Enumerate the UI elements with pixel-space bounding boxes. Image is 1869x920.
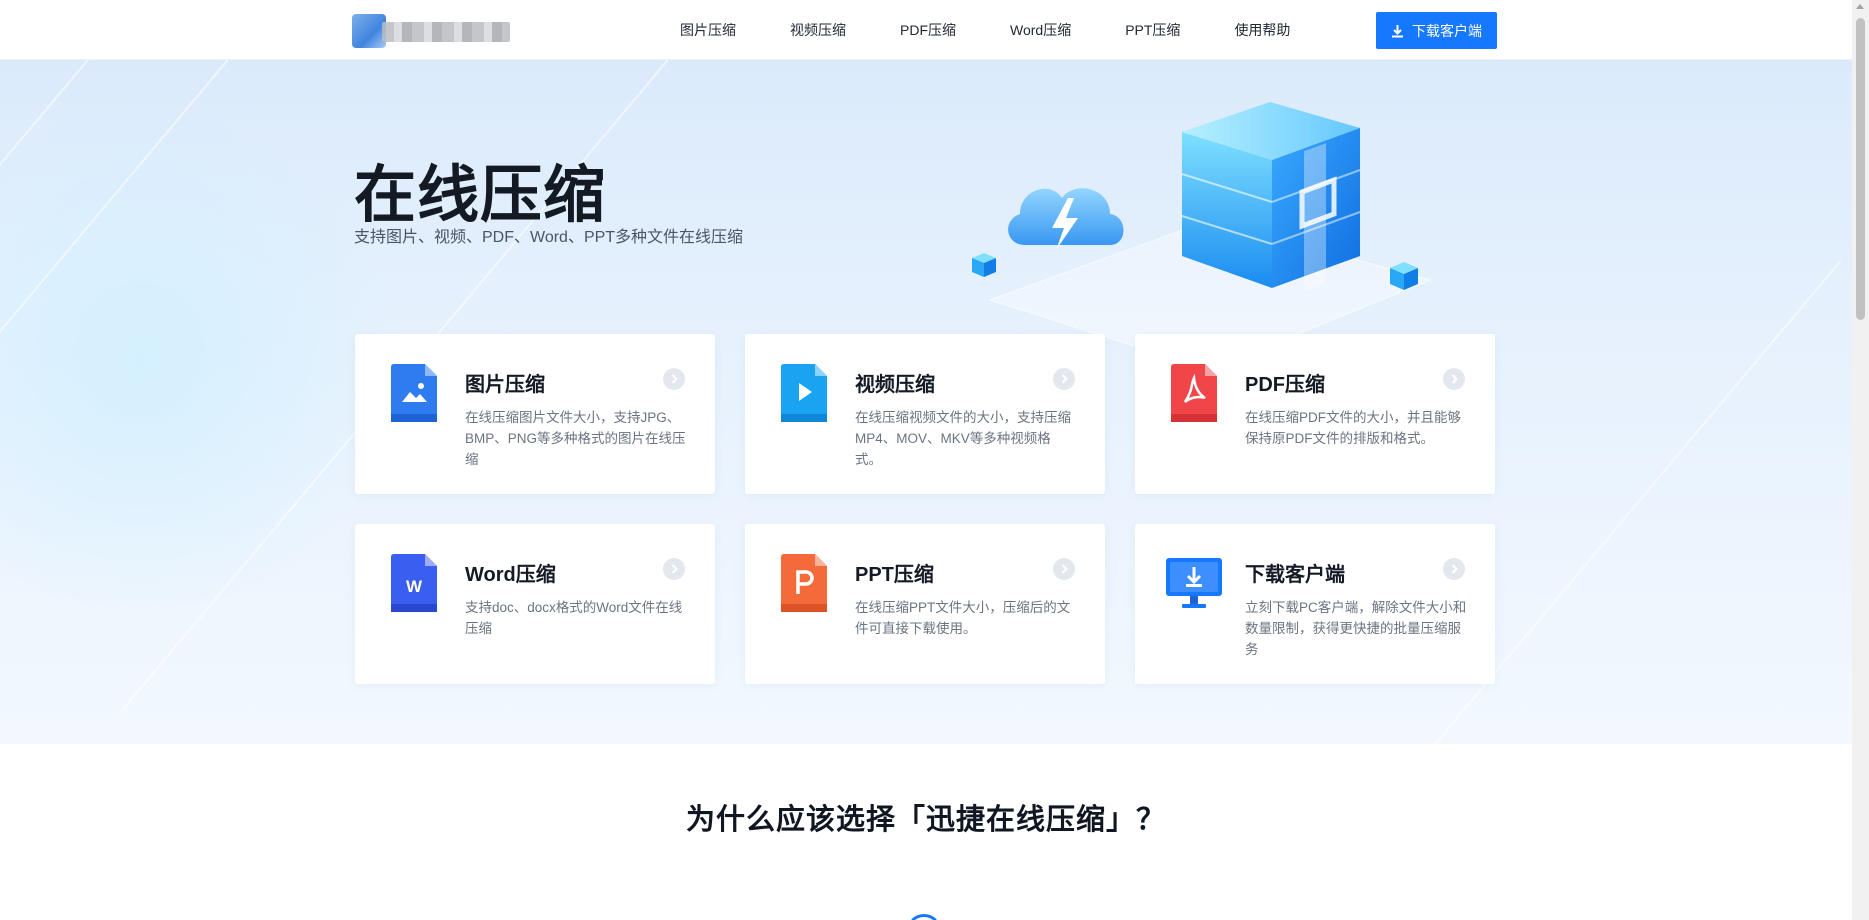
ppt-file-icon xyxy=(781,554,827,612)
hero-subtitle: 支持图片、视频、PDF、Word、PPT多种文件在线压缩 xyxy=(354,229,744,246)
card-title: 图片压缩 xyxy=(465,374,545,396)
card-description: 立刻下载PC客户端，解除文件大小和数量限制，获得更快捷的批量压缩服务 xyxy=(1245,600,1467,657)
download-client-button[interactable]: 下载客户端 xyxy=(1376,12,1497,49)
why-section-title: 为什么应该选择「迅捷在线压缩」？ xyxy=(685,804,1166,836)
card-download-client[interactable]: 下载客户端 立刻下载PC客户端，解除文件大小和数量限制，获得更快捷的批量压缩服务 xyxy=(1135,524,1495,684)
card-ppt-compress[interactable]: PPT压缩 在线压缩PPT文件大小，压缩后的文件可直接下载使用。 xyxy=(745,524,1105,684)
hero-section: 在线压缩 支持图片、视频、PDF、Word、PPT多种文件在线压缩 图片压缩 在… xyxy=(0,60,1852,744)
chevron-right-icon xyxy=(1443,368,1465,390)
chevron-right-icon xyxy=(1443,558,1465,580)
card-description: 在线压缩视频文件的大小，支持压缩MP4、MOV、MKV等多种视频格式。 xyxy=(855,410,1071,467)
nav-item-ppt[interactable]: PPT压缩 xyxy=(1125,20,1180,40)
video-file-icon xyxy=(781,364,827,422)
top-header: 图片压缩 视频压缩 PDF压缩 Word压缩 PPT压缩 使用帮助 下载客户端 xyxy=(0,0,1852,60)
card-description: 支持doc、docx格式的Word文件在线压缩 xyxy=(465,600,683,636)
hero-title: 在线压缩 xyxy=(354,161,607,230)
main-nav: 图片压缩 视频压缩 PDF压缩 Word压缩 PPT压缩 使用帮助 xyxy=(680,0,1344,60)
site-logo[interactable] xyxy=(352,14,512,48)
nav-item-help[interactable]: 使用帮助 xyxy=(1234,20,1290,40)
card-description: 在线压缩图片文件大小，支持JPG、BMP、PNG等多种格式的图片在线压缩 xyxy=(465,410,686,467)
scrollbar-thumb[interactable] xyxy=(1856,18,1865,320)
card-title: 视频压缩 xyxy=(855,374,935,396)
card-image-compress[interactable]: 图片压缩 在线压缩图片文件大小，支持JPG、BMP、PNG等多种格式的图片在线压… xyxy=(355,334,715,494)
chevron-right-icon xyxy=(663,368,685,390)
hero-glow xyxy=(0,100,400,620)
svg-text:W: W xyxy=(406,577,423,596)
page-scrollbar[interactable] xyxy=(1852,0,1869,920)
chevron-right-icon xyxy=(1053,558,1075,580)
card-title: PDF压缩 xyxy=(1245,374,1325,396)
card-description: 在线压缩PPT文件大小，压缩后的文件可直接下载使用。 xyxy=(855,600,1071,636)
card-title: 下载客户端 xyxy=(1245,564,1345,586)
card-pdf-compress[interactable]: PDF压缩 在线压缩PDF文件的大小，并且能够保持原PDF文件的排版和格式。 xyxy=(1135,334,1495,494)
pdf-file-icon xyxy=(1171,364,1217,422)
card-word-compress[interactable]: W Word压缩 支持doc、docx格式的Word文件在线压缩 xyxy=(355,524,715,684)
cloud-lightning-icon xyxy=(1008,188,1124,250)
image-file-icon xyxy=(391,364,437,422)
chevron-right-icon xyxy=(1053,368,1075,390)
nav-item-word[interactable]: Word压缩 xyxy=(1010,20,1071,40)
logo-mark xyxy=(352,14,386,48)
feature-icon-partial xyxy=(906,914,942,920)
scroll-up-arrow-icon[interactable] xyxy=(1856,4,1864,9)
nav-item-video[interactable]: 视频压缩 xyxy=(790,20,846,40)
compression-illustration xyxy=(972,102,1432,370)
download-icon xyxy=(1392,24,1403,37)
desktop-download-icon xyxy=(1166,558,1222,608)
card-description: 在线压缩PDF文件的大小，并且能够保持原PDF文件的排版和格式。 xyxy=(1245,410,1461,446)
logo-wordmark-blurred xyxy=(382,22,510,42)
nav-item-image[interactable]: 图片压缩 xyxy=(680,20,736,40)
download-client-label: 下载客户端 xyxy=(1412,22,1482,39)
card-video-compress[interactable]: 视频压缩 在线压缩视频文件的大小，支持压缩MP4、MOV、MKV等多种视频格式。 xyxy=(745,334,1105,494)
card-title: PPT压缩 xyxy=(855,564,934,586)
nav-item-pdf[interactable]: PDF压缩 xyxy=(900,20,956,40)
word-file-icon: W xyxy=(391,554,437,612)
card-title: Word压缩 xyxy=(465,564,556,586)
chevron-right-icon xyxy=(663,558,685,580)
